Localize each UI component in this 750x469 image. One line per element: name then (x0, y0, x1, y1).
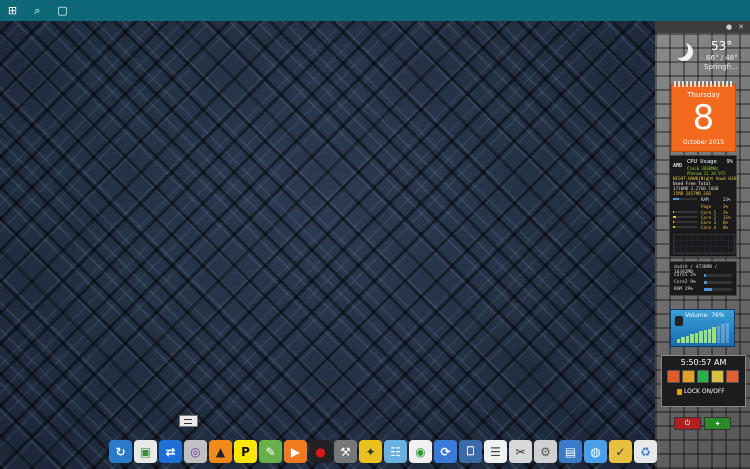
page-percent: 3% (723, 204, 729, 209)
teamviewer-icon[interactable]: ⇄ (159, 440, 182, 463)
memory-row-label: Core2 9% (674, 280, 696, 285)
paint-tools-icon[interactable]: ✎ (259, 440, 282, 463)
core-label: Core 4 (701, 225, 717, 230)
memory-row-label: RAM 29% (674, 287, 693, 292)
parking-p-icon[interactable]: P (234, 440, 257, 463)
weather-temperature: 53° (711, 39, 733, 53)
clock-shortcut-icon[interactable] (711, 370, 725, 383)
clock-gadget[interactable]: 5:50:57 AM LOCK ON/OFF (661, 355, 746, 407)
volume-bar (681, 337, 685, 343)
volume-bar (677, 338, 681, 343)
clock-shortcut-icon[interactable] (696, 370, 710, 383)
memory-row-label: Core1 2% (674, 273, 696, 278)
scissors-icon[interactable]: ✂ (509, 440, 532, 463)
lock-toggle[interactable]: LOCK ON/OFF (677, 388, 725, 395)
windows-icon[interactable]: ⊞ (4, 2, 21, 19)
lock-icon (677, 388, 682, 395)
calendar-month-year: October 2015 (682, 139, 725, 146)
tools-icon[interactable]: ⚒ (334, 440, 357, 463)
calendar-date: 8 (692, 98, 715, 138)
clipboard-icon[interactable]: ✓ (609, 440, 632, 463)
cpu-percent: 9% (726, 159, 733, 165)
core-bar (673, 221, 697, 223)
lock-label: LOCK ON/OFF (684, 388, 725, 395)
sidebar-topbar: ● ✕ (655, 21, 750, 33)
restart-button[interactable]: ✦ (704, 417, 731, 430)
memory-row-bar (704, 288, 732, 291)
dvd-icon[interactable]: ◎ (184, 440, 207, 463)
clock-shortcut-icon[interactable] (667, 370, 680, 383)
memory-row-bar (704, 274, 732, 277)
media-play-icon[interactable]: ▶ (284, 440, 307, 463)
volume-bar (712, 327, 716, 343)
volume-bar (725, 322, 730, 343)
volume-bar (690, 334, 694, 343)
volume-label: Volume: 76% (685, 312, 725, 319)
task-view-icon[interactable]: ▢ (54, 2, 71, 19)
gadget-sidebar: ● ✕ 53° 66° / 48° Springfi... Thursday 8… (655, 21, 750, 469)
refresh-icon[interactable]: ↻ (109, 440, 132, 463)
core-bar (673, 211, 697, 213)
desktop-wallpaper[interactable] (0, 21, 655, 469)
record-icon[interactable]: ● (309, 440, 332, 463)
ram-percent: 23% (723, 197, 731, 202)
ram-label: RAM (701, 197, 709, 202)
taskbar: ⊞ ⌕ ▢ (0, 0, 750, 21)
cpu-usage-graph (673, 234, 735, 254)
memory-meter-gadget[interactable]: dxdiA / 4736MB / 16382MB Core1 2% Core2 9… (669, 261, 737, 296)
cpu-meter-header: AMD CPU Usage 9% Clock 3660MHz Phenom II… (673, 159, 733, 176)
document-icon[interactable]: ☰ (484, 440, 507, 463)
weather-city: Springfi... (704, 63, 738, 71)
weather-range: 66° / 48° (706, 54, 738, 62)
page-label: Page (701, 204, 712, 209)
shutdown-button[interactable]: ⏻ (674, 417, 701, 430)
volume-gadget[interactable]: Volume: 76% (670, 309, 735, 347)
core-bar (673, 216, 697, 218)
desktop-shortcut-icon[interactable] (179, 415, 198, 427)
memory-row-bar (704, 281, 732, 284)
search-icon[interactable]: ⌕ (29, 2, 46, 19)
cpu-title: CPU Usage (687, 159, 717, 165)
volume-bar (716, 325, 721, 343)
clock-shortcut-icon[interactable] (726, 370, 739, 383)
power-buttons: ⏻ ✦ (674, 417, 731, 430)
recycle-bin-icon[interactable]: ♻ (634, 440, 657, 463)
close-icon[interactable]: ✕ (738, 21, 744, 33)
volume-bar (694, 332, 699, 343)
amd-logo: AMD (673, 163, 683, 169)
clock-shortcut-icons (667, 370, 739, 383)
photo-viewer-icon[interactable]: ▣ (134, 440, 157, 463)
folder-icon[interactable]: ▤ (559, 440, 582, 463)
puzzle-icon[interactable]: ✦ (359, 440, 382, 463)
network-icon[interactable]: ◍ (584, 440, 607, 463)
calendar-gadget[interactable]: Thursday 8 October 2015 (671, 81, 736, 152)
volume-bar (721, 324, 725, 343)
chrome-icon[interactable]: ◉ (409, 440, 432, 463)
computer-icon[interactable]: ⎕ (459, 440, 482, 463)
volume-bar (703, 330, 707, 343)
moon-icon (670, 40, 688, 58)
cpu-meter-gadget[interactable]: AMD CPU Usage 9% Clock 3660MHz Phenom II… (669, 155, 739, 257)
core-percent: 8% (723, 225, 729, 230)
settings-dot-icon[interactable]: ● (726, 21, 732, 33)
volume-bar (707, 328, 712, 343)
volume-bar (685, 335, 690, 343)
notes-icon[interactable]: ☷ (384, 440, 407, 463)
volume-bars (677, 321, 730, 343)
calendar-rings (674, 81, 734, 87)
clock-time: 5:50:57 AM (680, 358, 727, 367)
core-bar (673, 226, 697, 228)
clock-shortcut-icon[interactable] (681, 370, 695, 383)
mem-row: 15MB 2417MB 2GB (673, 191, 711, 196)
ram-bar (673, 198, 697, 200)
application-dock: ↻ ▣ ⇄ ◎ ▲ P ✎ ▶ ● ⚒ ✦ ☷ ◉ ⟳ ⎕ ☰ ✂ ⚙ ▤ ◍ ✓ ♻ (105, 435, 657, 469)
vlc-icon[interactable]: ▲ (209, 440, 232, 463)
volume-bar (699, 331, 703, 343)
sync-icon[interactable]: ⟳ (434, 440, 457, 463)
settings-tools-icon[interactable]: ⚙ (534, 440, 557, 463)
